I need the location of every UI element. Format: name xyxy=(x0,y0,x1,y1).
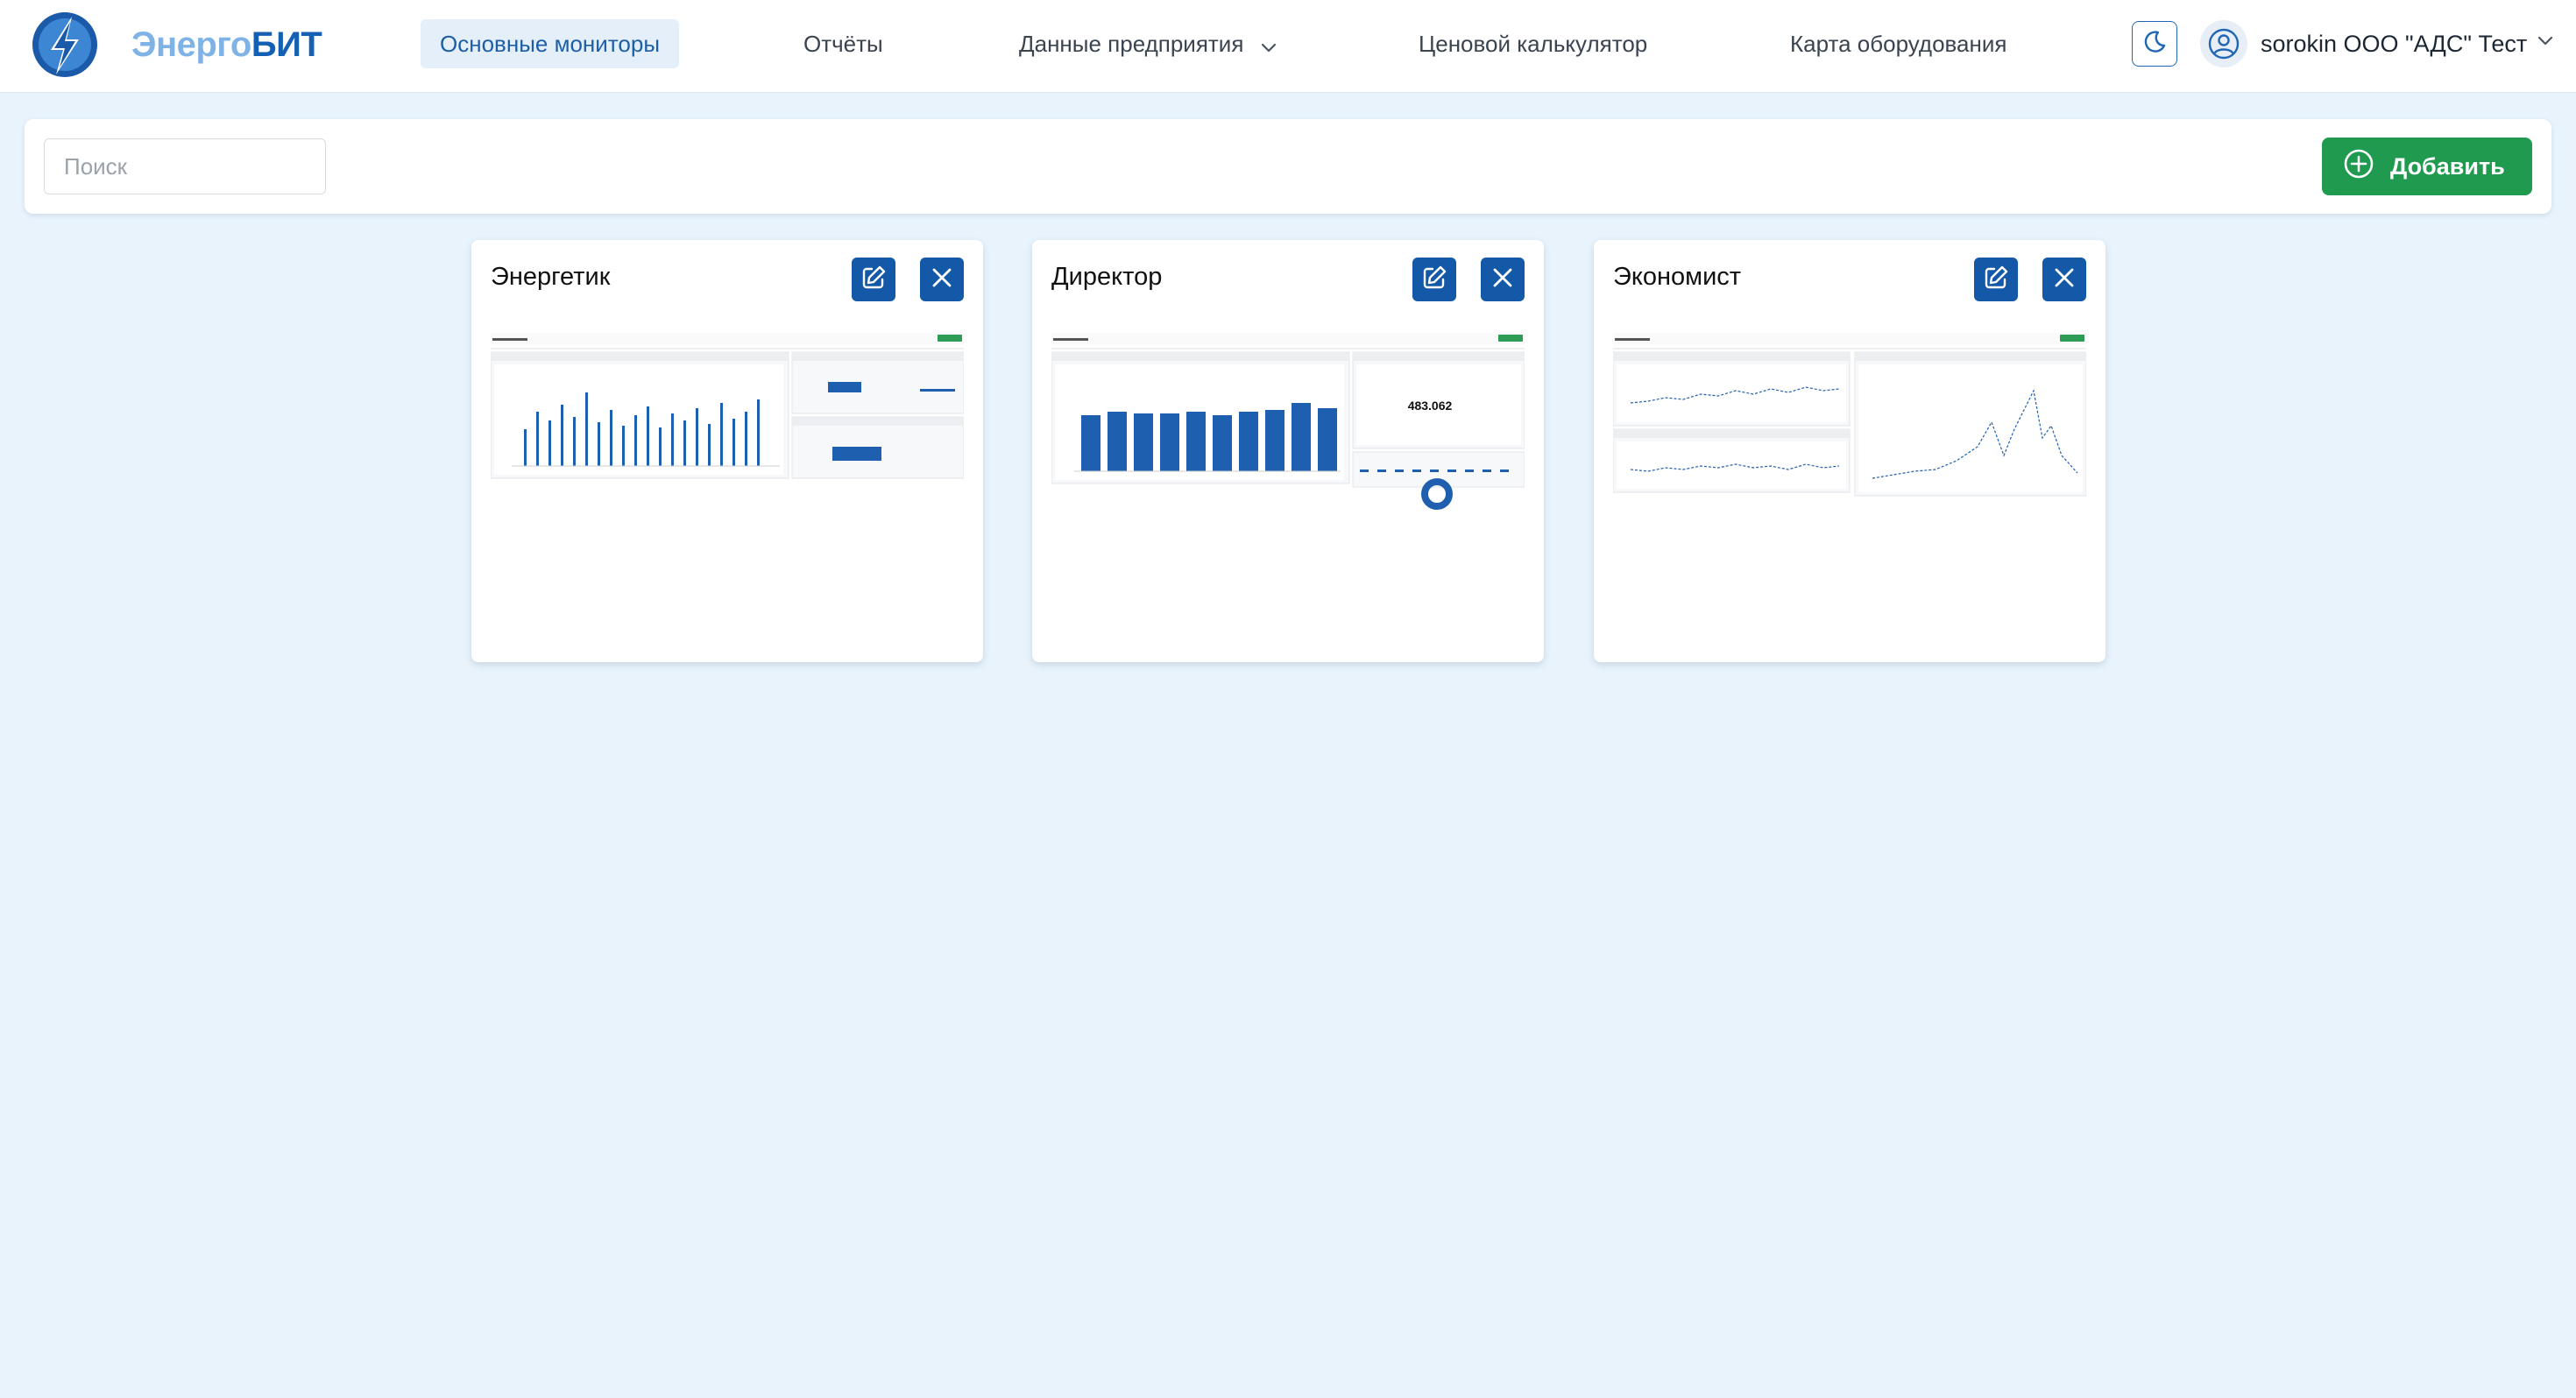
monitor-title: Экономист xyxy=(1613,263,1742,291)
theme-toggle-button[interactable] xyxy=(2132,21,2177,67)
nav-item-equipment-map[interactable]: Карта оборудования xyxy=(1771,19,2026,68)
user-circle-icon[interactable] xyxy=(2200,20,2247,67)
nav-label: Карта оборудования xyxy=(1790,31,2007,57)
close-icon xyxy=(2052,265,2077,294)
edit-button[interactable] xyxy=(1412,258,1456,301)
chevron-down-icon xyxy=(1261,21,1277,70)
brand-name[interactable]: ЭнергоБИТ xyxy=(131,23,322,67)
edit-icon xyxy=(1982,264,2010,296)
nav-label: Отчёты xyxy=(803,31,883,57)
preview-kpi-value: 483.062 xyxy=(1408,399,1453,413)
add-button[interactable]: Добавить xyxy=(2322,138,2532,195)
monitor-card-economist[interactable]: Экономист xyxy=(1594,240,2105,662)
nav-label: Данные предприятия xyxy=(1019,31,1244,57)
nav-item-enterprise-data[interactable]: Данные предприятия xyxy=(1000,19,1296,68)
monitor-card-director[interactable]: Директор 483.062 xyxy=(1032,240,1544,662)
monitors-toolbar: Добавить xyxy=(25,119,2551,214)
add-button-label: Добавить xyxy=(2390,152,2505,180)
close-icon xyxy=(930,265,954,294)
moon-icon xyxy=(2141,29,2168,60)
delete-button[interactable] xyxy=(920,258,964,301)
top-navigation-bar: ЭнергоБИТ Основные мониторы Отчёты Данны… xyxy=(0,0,2576,93)
brand-part-2: БИТ xyxy=(251,25,322,64)
nav-label: Основные мониторы xyxy=(440,31,661,57)
edit-icon xyxy=(1420,264,1448,296)
monitor-card-energetik[interactable]: Энергетик xyxy=(471,240,983,662)
nav-item-main-monitors[interactable]: Основные мониторы xyxy=(421,19,680,68)
edit-button[interactable] xyxy=(1974,258,2018,301)
nav-label: Ценовой калькулятор xyxy=(1419,31,1648,57)
close-icon xyxy=(1490,265,1515,294)
nav-item-price-calculator[interactable]: Ценовой калькулятор xyxy=(1399,19,1667,68)
brand-part-1: Энерго xyxy=(131,25,251,64)
nav-item-reports[interactable]: Отчёты xyxy=(784,19,902,68)
plus-circle-icon xyxy=(2343,148,2374,186)
chevron-down-icon[interactable] xyxy=(2537,35,2553,51)
edit-button[interactable] xyxy=(852,258,895,301)
monitor-title: Директор xyxy=(1051,263,1163,291)
search-input[interactable] xyxy=(44,138,326,194)
delete-button[interactable] xyxy=(2042,258,2086,301)
logo-lightning-icon[interactable] xyxy=(30,10,100,80)
monitor-preview-thumbnail: 483.062 xyxy=(1051,324,1525,531)
monitor-title: Энергетик xyxy=(491,263,611,291)
monitor-preview-thumbnail xyxy=(491,324,964,531)
delete-button[interactable] xyxy=(1481,258,1525,301)
user-name[interactable]: sorokin ООО "АДС" Тест xyxy=(2261,19,2527,68)
monitor-preview-thumbnail xyxy=(1613,324,2086,531)
edit-icon xyxy=(860,264,888,296)
